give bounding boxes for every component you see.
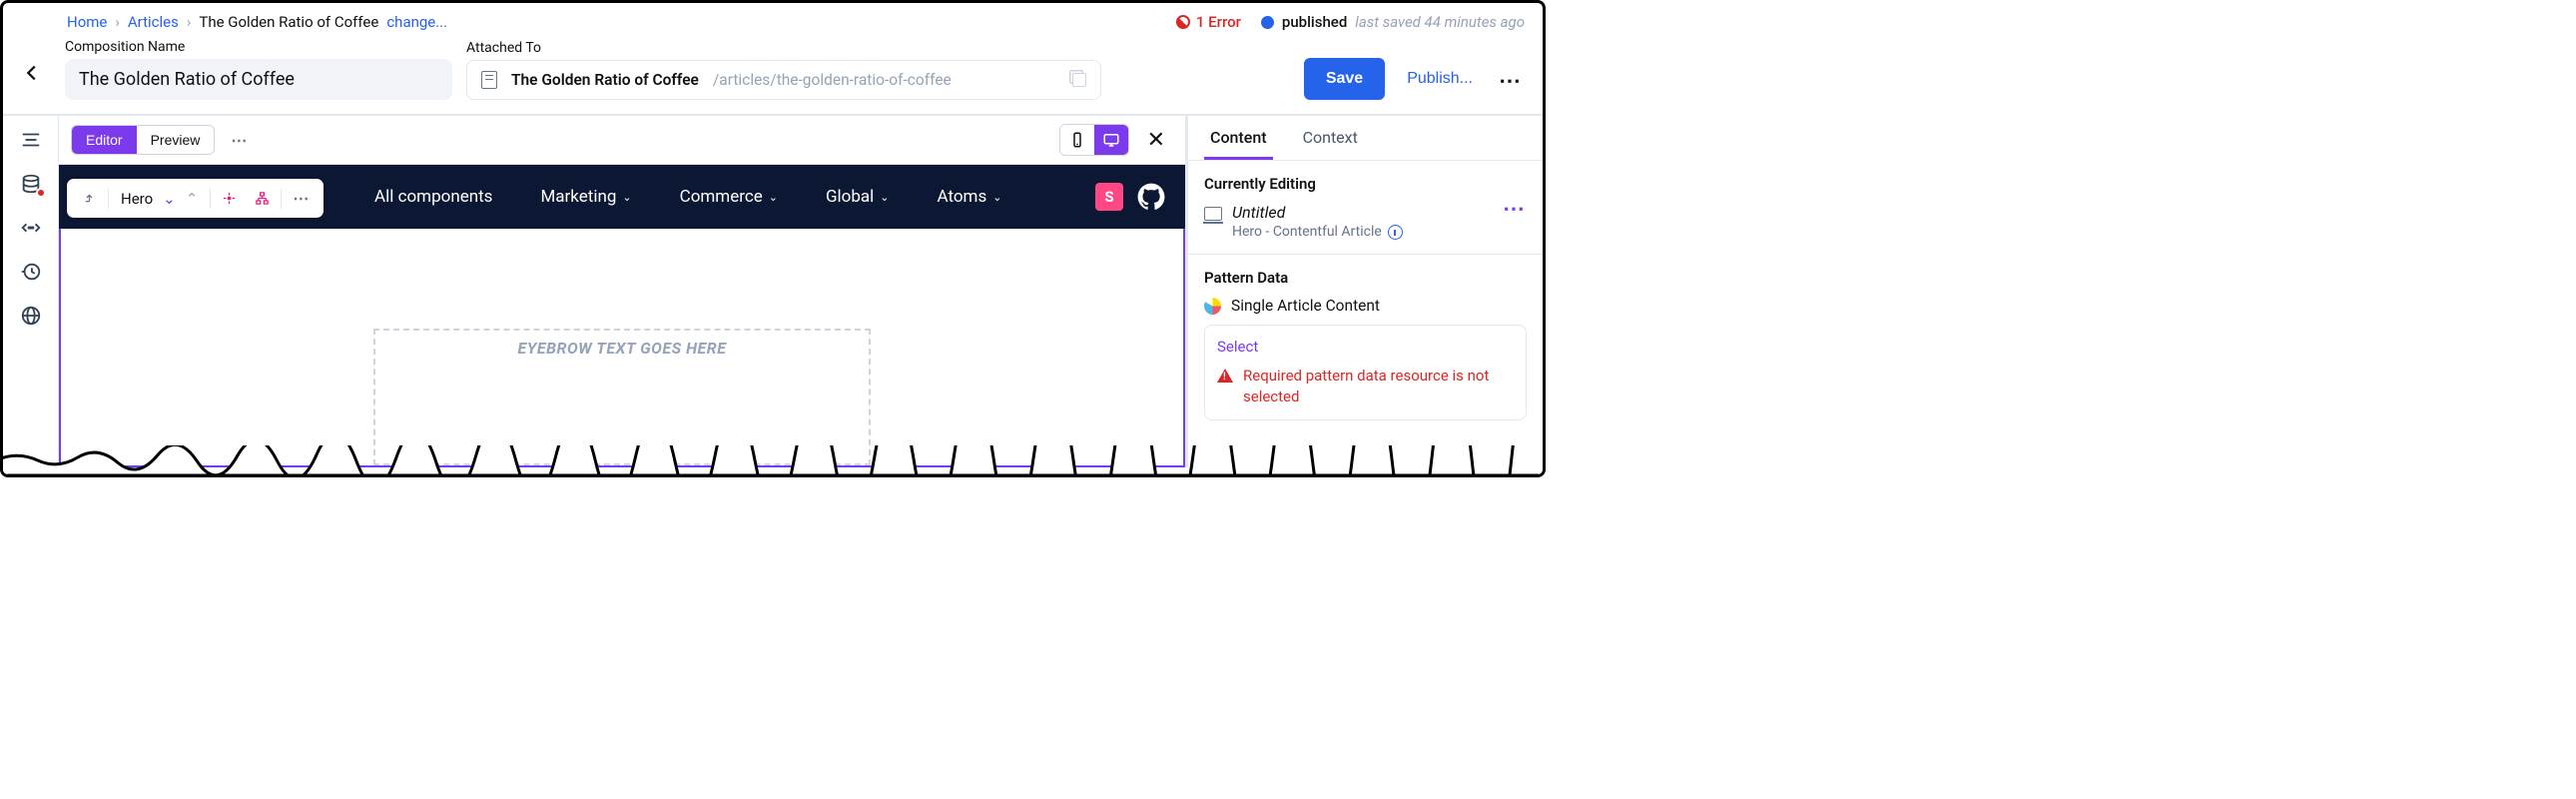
chevron-right-icon: › bbox=[115, 13, 120, 31]
tab-content[interactable]: Content bbox=[1204, 116, 1273, 160]
contentful-icon bbox=[1204, 298, 1221, 315]
eyebrow-placeholder[interactable]: EYEBROW TEXT GOES HERE bbox=[373, 329, 871, 465]
error-icon bbox=[1176, 15, 1190, 29]
currently-editing-heading: Currently Editing bbox=[1204, 175, 1527, 193]
copy-icon[interactable] bbox=[1072, 73, 1086, 87]
selected-component-label: Hero bbox=[121, 190, 153, 208]
last-saved-label: last saved 44 minutes ago bbox=[1355, 13, 1525, 31]
selected-component-dropdown[interactable]: Hero ⌄ ⌃ bbox=[113, 190, 206, 208]
chevron-down-icon: ⌄ bbox=[622, 191, 631, 204]
structure-rail-icon[interactable] bbox=[19, 128, 43, 152]
history-rail-icon[interactable] bbox=[19, 260, 43, 284]
breadcrumb-articles[interactable]: Articles bbox=[128, 13, 179, 31]
preview-mode-button[interactable]: Preview bbox=[137, 126, 215, 154]
toolbar-more-button[interactable]: ⋯ bbox=[225, 131, 253, 150]
breadcrumb: Home › Articles › The Golden Ratio of Co… bbox=[67, 13, 447, 31]
chevron-down-icon: ⌄ bbox=[992, 191, 1001, 204]
composition-name-label: Composition Name bbox=[65, 39, 452, 55]
chevron-up-icon: ⌃ bbox=[186, 190, 199, 208]
inline-more-button[interactable]: ⋯ bbox=[286, 184, 316, 213]
preview-site-nav: Hero ⌄ ⌃ ⋯ bbox=[59, 165, 1185, 229]
chevron-down-icon: ⌄ bbox=[880, 191, 889, 204]
nav-link[interactable]: All components bbox=[360, 187, 506, 207]
attached-to-label: Attached To bbox=[466, 40, 1101, 56]
composition-name-input[interactable]: The Golden Ratio of Coffee bbox=[65, 59, 452, 100]
pattern-select-button[interactable]: Select bbox=[1217, 338, 1514, 356]
editing-title: Untitled bbox=[1232, 203, 1493, 222]
mobile-device-button[interactable] bbox=[1060, 125, 1094, 155]
inline-toolbar: Hero ⌄ ⌃ ⋯ bbox=[67, 179, 323, 218]
attached-to-field[interactable]: The Golden Ratio of Coffee /articles/the… bbox=[466, 60, 1101, 100]
mode-toggle: Editor Preview bbox=[71, 125, 215, 155]
publish-button[interactable]: Publish... bbox=[1399, 58, 1481, 100]
nav-link[interactable]: Commerce⌄ bbox=[666, 187, 792, 207]
status-dot-icon bbox=[1261, 16, 1274, 29]
chevron-down-icon: ⌄ bbox=[163, 190, 176, 208]
breadcrumb-current: The Golden Ratio of Coffee bbox=[199, 13, 378, 31]
nav-link[interactable]: Marketing⌄ bbox=[526, 187, 645, 207]
device-toggle bbox=[1059, 124, 1129, 156]
save-button[interactable]: Save bbox=[1304, 58, 1385, 100]
storybook-icon[interactable]: S bbox=[1095, 183, 1123, 211]
breadcrumb-home[interactable]: Home bbox=[67, 13, 107, 31]
data-rail-icon[interactable] bbox=[19, 172, 43, 196]
nav-link[interactable]: Global⌄ bbox=[812, 187, 904, 207]
component-icon bbox=[1204, 207, 1222, 221]
code-rail-icon[interactable] bbox=[19, 216, 43, 240]
document-icon bbox=[481, 71, 497, 89]
desktop-device-button[interactable] bbox=[1094, 125, 1128, 155]
attached-path: /articles/the-golden-ratio-of-coffee bbox=[713, 71, 952, 89]
github-icon[interactable] bbox=[1137, 183, 1165, 211]
preview-body[interactable]: EYEBROW TEXT GOES HERE bbox=[59, 229, 1185, 467]
pattern-data-heading: Pattern Data bbox=[1204, 269, 1527, 287]
editing-subtitle: Hero - Contentful Article bbox=[1232, 224, 1382, 240]
pattern-error: Required pattern data resource is not se… bbox=[1217, 366, 1514, 407]
go-up-button[interactable] bbox=[75, 186, 104, 211]
pattern-data-title: Single Article Content bbox=[1231, 297, 1380, 315]
left-rail bbox=[3, 116, 59, 467]
pattern-error-message: Required pattern data resource is not se… bbox=[1243, 366, 1514, 407]
warning-icon bbox=[1217, 369, 1233, 383]
tab-context[interactable]: Context bbox=[1297, 116, 1364, 160]
globe-rail-icon[interactable] bbox=[19, 304, 43, 328]
nav-link[interactable]: Atoms⌄ bbox=[924, 187, 1016, 207]
pattern-data-card: Select Required pattern data resource is… bbox=[1204, 325, 1527, 420]
editing-more-button[interactable]: ⋯ bbox=[1503, 203, 1527, 216]
header-more-button[interactable]: ⋯ bbox=[1495, 69, 1525, 100]
right-panel: Content Context Currently Editing Untitl… bbox=[1185, 116, 1543, 467]
close-canvas-button[interactable]: ✕ bbox=[1139, 128, 1173, 153]
editor-mode-button[interactable]: Editor bbox=[72, 126, 137, 154]
info-icon[interactable] bbox=[1388, 225, 1403, 240]
publish-status-label: published bbox=[1282, 13, 1347, 31]
chevron-right-icon: › bbox=[187, 13, 192, 31]
back-button[interactable] bbox=[13, 54, 51, 92]
attached-title: The Golden Ratio of Coffee bbox=[511, 71, 699, 89]
publish-status: published last saved 44 minutes ago bbox=[1261, 13, 1525, 31]
chevron-down-icon: ⌄ bbox=[769, 191, 778, 204]
error-badge[interactable]: 1 Error bbox=[1176, 13, 1241, 31]
breadcrumb-change-link[interactable]: change... bbox=[386, 13, 447, 31]
hierarchy-button[interactable] bbox=[248, 186, 277, 211]
canvas: Hero ⌄ ⌃ ⋯ bbox=[59, 165, 1185, 467]
error-count: 1 Error bbox=[1196, 13, 1241, 31]
target-button[interactable] bbox=[215, 186, 244, 211]
